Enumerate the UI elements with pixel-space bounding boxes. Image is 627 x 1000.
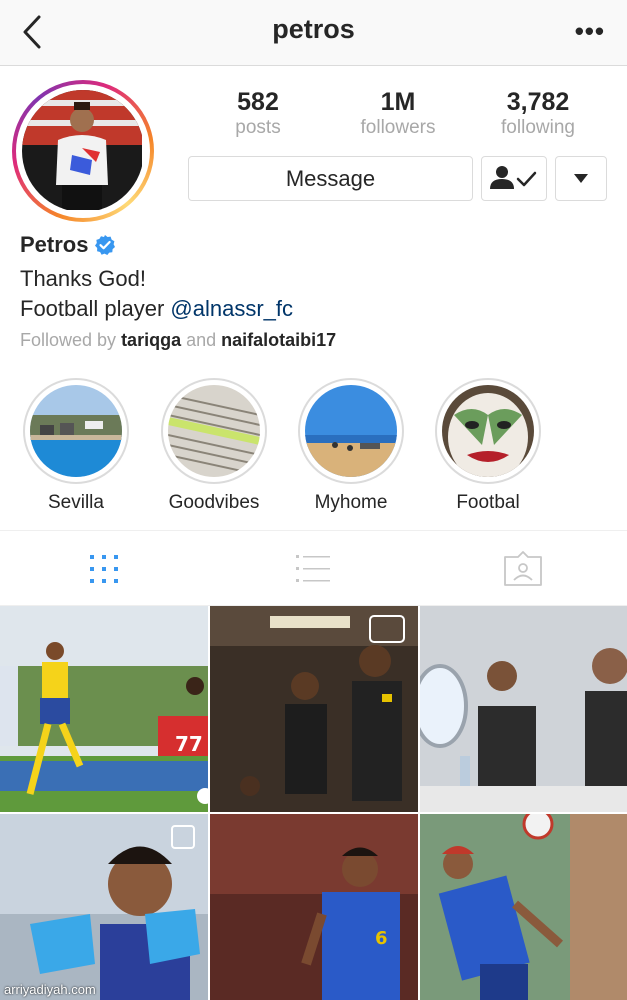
following-button[interactable] (481, 156, 547, 201)
highlight-cover-image (168, 385, 260, 477)
svg-text:77: 77 (175, 732, 203, 756)
stat-value: 1M (380, 88, 416, 116)
caret-down-icon (574, 174, 588, 183)
message-button[interactable]: Message (188, 156, 473, 201)
stat-label: followers (360, 117, 436, 138)
highlight-label: Myhome (314, 492, 388, 513)
post-thumbnail[interactable] (210, 606, 418, 812)
followed-user-link[interactable]: tariqga (121, 330, 181, 350)
stat-label: following (501, 117, 575, 138)
highlight-label: Sevilla (48, 492, 104, 513)
highlight-label: Goodvibes (168, 492, 260, 513)
story-highlight-footbal[interactable]: Footbal (434, 378, 542, 514)
tagged-photos-icon[interactable] (503, 551, 543, 587)
stat-following[interactable]: 3,782 following (468, 88, 608, 140)
profile-name: Petros (20, 232, 89, 257)
followed-user-link[interactable]: naifalotaibi17 (221, 330, 336, 350)
suggested-dropdown-button[interactable] (555, 156, 607, 201)
top-bar: petros ••• (0, 0, 627, 66)
profile-tab-bar (0, 530, 627, 606)
story-highlight-sevilla[interactable]: Sevilla (22, 378, 130, 514)
more-options-icon[interactable]: ••• (575, 16, 605, 47)
bio-mention-link[interactable]: @alnassr_fc (170, 296, 293, 321)
post-thumbnail[interactable]: 6 (210, 814, 418, 1000)
profile-name-row: Petros (20, 232, 116, 258)
stat-posts[interactable]: 582 posts (188, 88, 328, 140)
story-highlight-myhome[interactable]: Myhome (297, 378, 405, 514)
stat-followers[interactable]: 1M followers (328, 88, 468, 140)
stat-value: 3,782 (506, 88, 570, 116)
post-thumbnail[interactable]: 77 (0, 606, 208, 812)
highlight-label: Footbal (456, 492, 520, 513)
list-view-icon[interactable] (294, 551, 334, 587)
stat-label: posts (235, 117, 281, 138)
bio-line-2: Football player @alnassr_fc (20, 296, 293, 322)
story-highlight-goodvibes[interactable]: Goodvibes (160, 378, 268, 514)
post-thumbnail[interactable] (420, 606, 627, 812)
profile-avatar[interactable] (12, 80, 154, 222)
watermark-text: arriyadiyah.com (4, 982, 96, 997)
highlight-cover-image (305, 385, 397, 477)
svg-text:6: 6 (375, 928, 388, 949)
highlight-cover-image (30, 385, 122, 477)
highlight-cover-image (442, 385, 534, 477)
followed-and: and (181, 330, 222, 350)
profile-username-title: petros (272, 14, 355, 44)
bio-line-1: Thanks God! (20, 266, 146, 291)
stat-value: 582 (237, 88, 279, 116)
person-check-icon (490, 166, 537, 189)
grid-view-icon[interactable] (84, 551, 124, 587)
post-thumbnail[interactable] (420, 814, 627, 1000)
verified-badge-icon (95, 235, 116, 255)
followed-prefix: Followed by (20, 330, 122, 350)
bio-text: Football player (20, 296, 171, 321)
followed-by-text[interactable]: Followed by tariqga and naifalotaibi17 (20, 330, 336, 351)
profile-stats: 582 posts 1M followers 3,782 following (188, 88, 608, 140)
posts-grid: 77 6 (0, 606, 627, 1000)
post-thumbnail[interactable] (0, 814, 208, 1000)
